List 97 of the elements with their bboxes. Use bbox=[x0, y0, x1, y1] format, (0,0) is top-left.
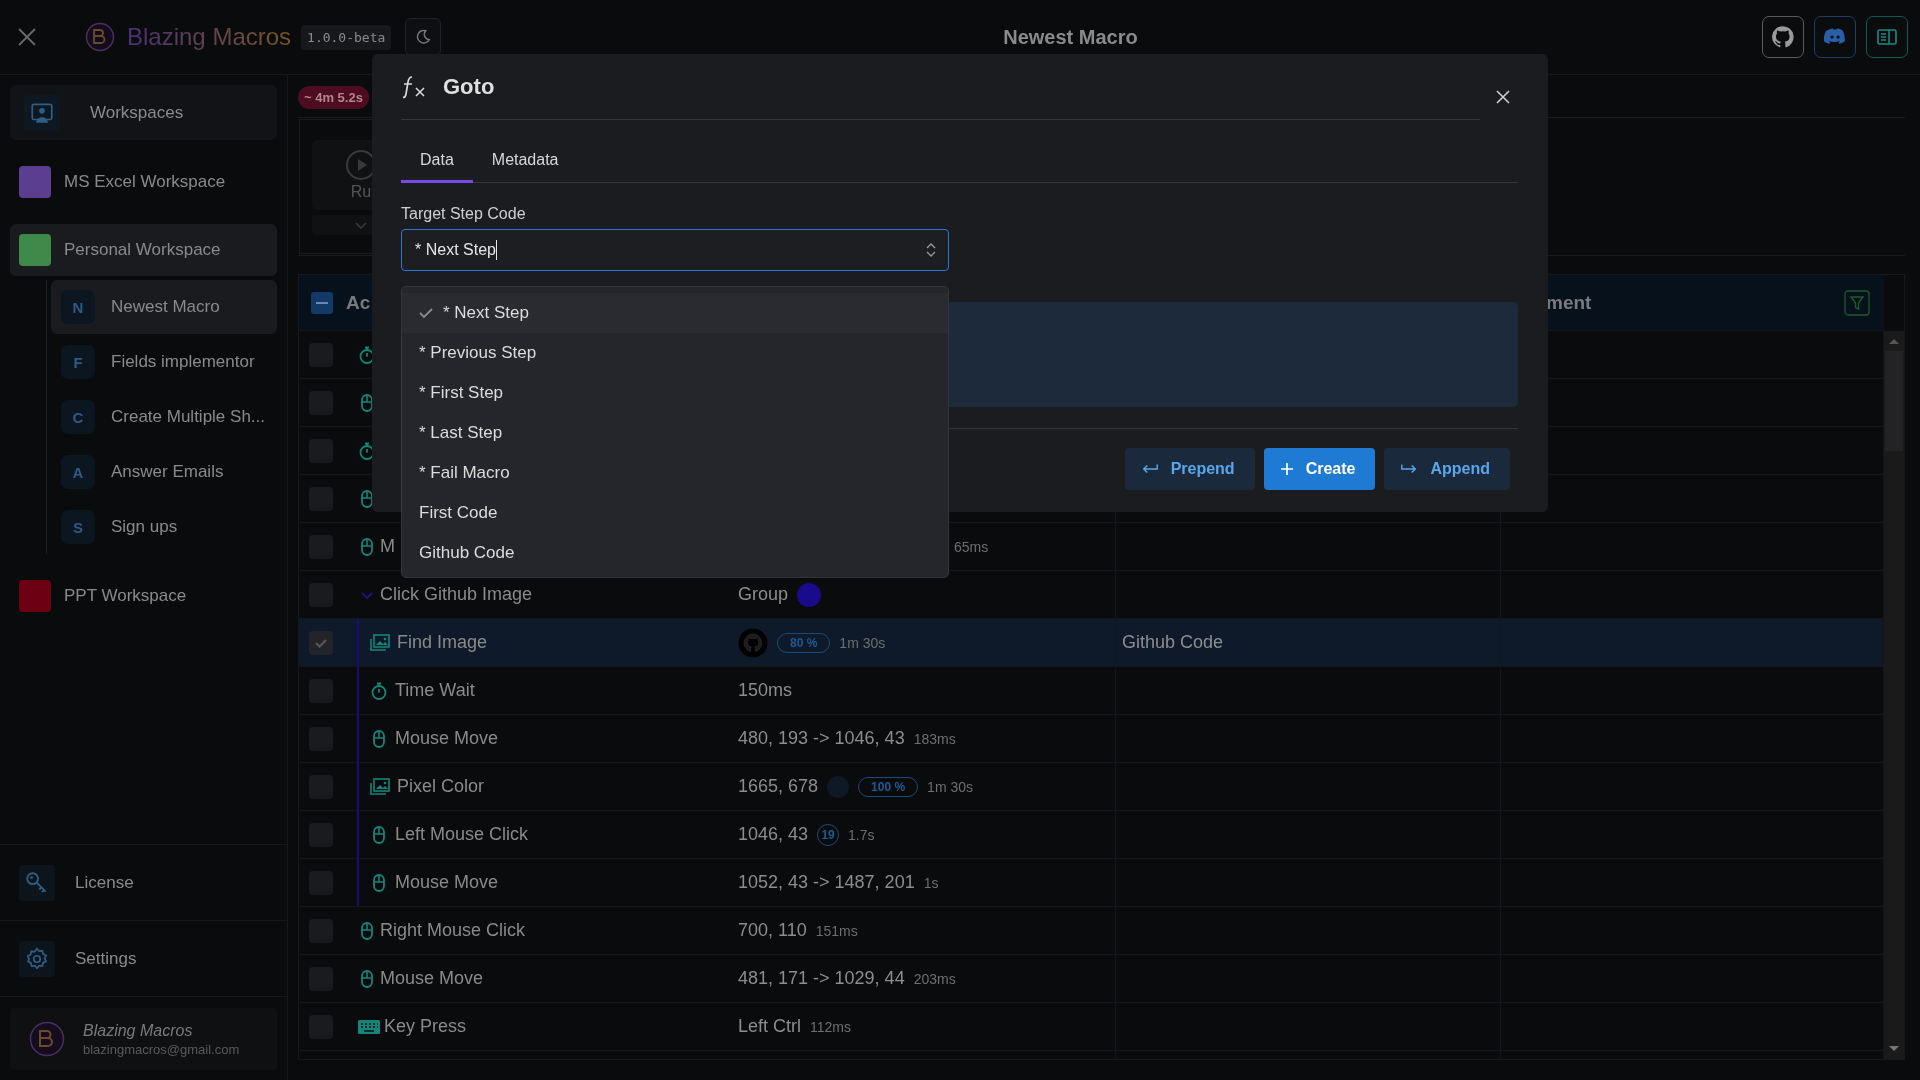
macro-item[interactable]: F Fields implementor bbox=[51, 335, 277, 389]
settings-icon bbox=[24, 945, 50, 972]
table-row[interactable]: Mouse Move 481, 171 -> 1029, 44 203ms bbox=[299, 955, 1884, 1003]
step-value: 1665, 678 bbox=[738, 776, 819, 797]
row-checkbox[interactable] bbox=[309, 630, 333, 655]
duration-estimate-badge: ~ 4m 5.2s bbox=[298, 86, 369, 109]
sidebar-link[interactable]: License bbox=[0, 845, 287, 921]
select-all-checkbox[interactable] bbox=[311, 291, 333, 314]
workspaces-button[interactable]: Workspaces bbox=[10, 85, 277, 140]
scroll-up-icon[interactable] bbox=[1888, 337, 1900, 345]
table-row[interactable]: Find Image 80 % 1m 30s Github Code bbox=[299, 619, 1884, 667]
step-name: Mouse Move bbox=[395, 872, 499, 893]
step-duration: 112ms bbox=[810, 1018, 851, 1035]
dialog-tab[interactable]: Data bbox=[401, 139, 473, 183]
panel-toggle-button[interactable] bbox=[1866, 16, 1908, 58]
step-value: 480, 193 -> 1046, 43 bbox=[738, 728, 905, 749]
table-row[interactable]: Left Mouse Click 1046, 43 19 1.7s bbox=[299, 811, 1884, 859]
step-value: 481, 171 -> 1029, 44 bbox=[738, 968, 905, 989]
arrow-left-icon bbox=[1140, 462, 1159, 476]
step-name: Key Press bbox=[384, 1016, 467, 1037]
step-name: Left Mouse Click bbox=[395, 824, 529, 845]
step-duration: 183ms bbox=[913, 730, 956, 747]
plus-icon bbox=[1279, 462, 1294, 476]
workspace-item[interactable]: Personal Workspace bbox=[10, 224, 277, 276]
chevron-down-icon bbox=[355, 221, 367, 230]
step-duration: 1s bbox=[923, 874, 939, 891]
github-button[interactable] bbox=[1762, 16, 1804, 58]
dialog-title: Goto bbox=[443, 73, 495, 100]
dropdown-option[interactable]: * Next Step bbox=[402, 293, 948, 333]
sidebar-link[interactable]: Settings bbox=[0, 921, 287, 997]
column-header[interactable]: ment bbox=[1546, 291, 1592, 314]
macro-item[interactable]: N Newest Macro bbox=[51, 280, 277, 334]
table-row[interactable]: Time Wait 150ms bbox=[299, 667, 1884, 715]
dialog-tab[interactable]: Metadata bbox=[472, 139, 578, 183]
step-duration: 1m 30s bbox=[839, 634, 886, 651]
step-name: Click Github Image bbox=[380, 584, 533, 605]
user-name: Blazing Macros bbox=[83, 1021, 194, 1040]
table-row[interactable]: Mouse Move 1052, 43 -> 1487, 201 1s bbox=[299, 859, 1884, 907]
filter-icon[interactable] bbox=[1844, 289, 1870, 316]
step-value: 700, 110 bbox=[738, 920, 807, 941]
step-name: Mouse Move bbox=[395, 728, 499, 749]
step-name: Time Wait bbox=[395, 680, 475, 701]
step-value: 1046, 43 bbox=[738, 824, 809, 845]
check-icon bbox=[419, 307, 433, 319]
user-email: blazingmacros@gmail.com bbox=[83, 1041, 240, 1057]
step-name: Mouse Move bbox=[380, 968, 484, 989]
step-value: Left Ctrl bbox=[738, 1016, 802, 1037]
step-duration: 203ms bbox=[913, 970, 956, 987]
macro-title: Newest Macro bbox=[1003, 25, 1138, 48]
avatar-icon bbox=[29, 1021, 65, 1057]
step-duration: 1.7s bbox=[848, 826, 875, 843]
logo-icon bbox=[85, 22, 115, 52]
step-name: M bbox=[380, 536, 395, 557]
macro-item[interactable]: C Create Multiple Sh... bbox=[51, 390, 277, 444]
target-step-select[interactable]: * Next Step bbox=[401, 229, 949, 271]
cat-logo-icon bbox=[1770, 24, 1796, 50]
macro-item[interactable]: S Sign ups bbox=[51, 500, 277, 554]
version-badge: 1.0.0-beta bbox=[301, 24, 392, 50]
close-icon[interactable] bbox=[17, 27, 37, 47]
scroll-down-icon[interactable] bbox=[1888, 1045, 1900, 1053]
moon-icon bbox=[414, 28, 433, 46]
table-row[interactable]: Mouse Move 480, 193 -> 1046, 43 183ms bbox=[299, 715, 1884, 763]
column-header[interactable]: Ac bbox=[346, 291, 371, 314]
step-duration: 65ms bbox=[954, 538, 989, 555]
user-card[interactable]: Blazing Macros blazingmacros@gmail.com bbox=[10, 1008, 277, 1070]
append-button[interactable]: Append bbox=[1384, 448, 1510, 490]
table-row[interactable]: Right Mouse Click 700, 110 151ms bbox=[299, 907, 1884, 955]
table-row[interactable]: Key Press Left Ctrl 112ms bbox=[299, 1003, 1884, 1051]
step-value: Group bbox=[738, 584, 789, 605]
table-row[interactable]: Pixel Color 1665, 678 100 % 1m 30s bbox=[299, 763, 1884, 811]
sort-arrows-icon bbox=[926, 242, 936, 258]
workspace-item[interactable]: MS Excel Workspace bbox=[10, 156, 277, 208]
arrow-right-icon bbox=[1400, 462, 1419, 476]
step-target: Github Code bbox=[1122, 632, 1224, 653]
dropdown-option[interactable]: Github Code bbox=[402, 533, 948, 573]
macro-item[interactable]: A Answer Emails bbox=[51, 445, 277, 499]
step-duration: 151ms bbox=[815, 922, 858, 939]
dropdown-option[interactable]: * First Step bbox=[402, 373, 948, 413]
theme-toggle-button[interactable] bbox=[405, 18, 442, 56]
workspace-item[interactable]: PPT Workspace bbox=[10, 570, 277, 622]
step-name: Right Mouse Click bbox=[380, 920, 526, 941]
step-name: Pixel Color bbox=[397, 776, 485, 797]
step-duration: 1m 30s bbox=[927, 778, 974, 795]
step-name: Find Image bbox=[397, 632, 488, 653]
step-value: 1052, 43 -> 1487, 201 bbox=[738, 872, 915, 893]
chat-button[interactable] bbox=[1814, 16, 1856, 58]
stopwatch-icon bbox=[369, 680, 389, 701]
scrollbar[interactable] bbox=[1884, 331, 1904, 1059]
images-icon bbox=[369, 776, 391, 797]
dropdown-option[interactable]: * Last Step bbox=[402, 413, 948, 453]
create-button[interactable]: Create bbox=[1263, 448, 1376, 490]
dropdown-option[interactable]: * Fail Macro bbox=[402, 453, 948, 493]
images-icon bbox=[369, 632, 391, 653]
prepend-button[interactable]: Prepend bbox=[1124, 448, 1255, 490]
keyboard-icon bbox=[357, 1017, 381, 1036]
step-value: 150ms bbox=[738, 680, 793, 701]
dropdown-option[interactable]: * Previous Step bbox=[402, 333, 948, 373]
